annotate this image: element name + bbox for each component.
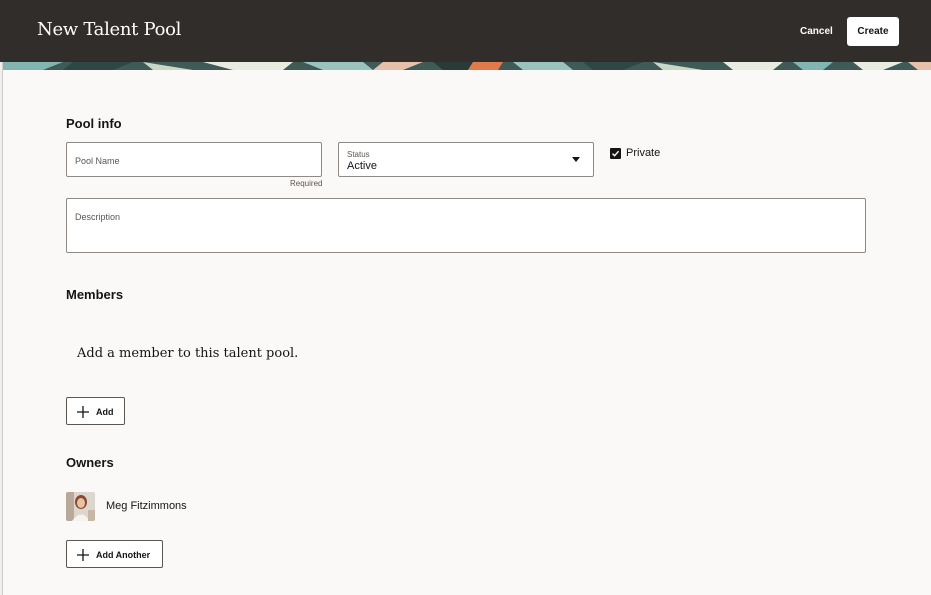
page-title: New Talent Pool bbox=[37, 19, 182, 40]
members-empty-text: Add a member to this talent pool. bbox=[77, 346, 299, 361]
pool-info-heading: Pool info bbox=[66, 116, 122, 131]
pool-name-label: Pool Name bbox=[75, 156, 120, 166]
check-icon bbox=[612, 150, 620, 157]
description-field[interactable]: Description bbox=[66, 198, 866, 253]
add-member-button[interactable]: Add bbox=[66, 397, 125, 425]
avatar bbox=[66, 492, 95, 521]
private-checkbox[interactable] bbox=[610, 148, 621, 159]
banner-pattern bbox=[3, 62, 931, 70]
owner-name: Meg Fitzimmons bbox=[106, 500, 187, 512]
pool-name-field[interactable]: Pool Name bbox=[66, 142, 322, 177]
private-label: Private bbox=[626, 147, 661, 159]
status-value: Active bbox=[347, 160, 377, 172]
add-another-label: Add Another bbox=[96, 550, 151, 560]
chevron-down-icon bbox=[572, 157, 580, 162]
status-label: Status bbox=[347, 150, 370, 159]
plus-icon bbox=[77, 549, 89, 561]
plus-icon bbox=[77, 406, 89, 418]
add-member-label: Add bbox=[96, 407, 114, 417]
pool-name-helper: Required bbox=[290, 179, 323, 188]
cancel-button[interactable]: Cancel bbox=[792, 18, 841, 46]
create-button[interactable]: Create bbox=[847, 17, 899, 46]
page-header: New Talent Pool Cancel Create bbox=[0, 0, 931, 62]
status-select[interactable]: Status Active bbox=[338, 142, 594, 177]
members-heading: Members bbox=[66, 287, 124, 302]
add-another-owner-button[interactable]: Add Another bbox=[66, 540, 163, 568]
owners-heading: Owners bbox=[66, 455, 114, 470]
description-label: Description bbox=[75, 212, 121, 222]
